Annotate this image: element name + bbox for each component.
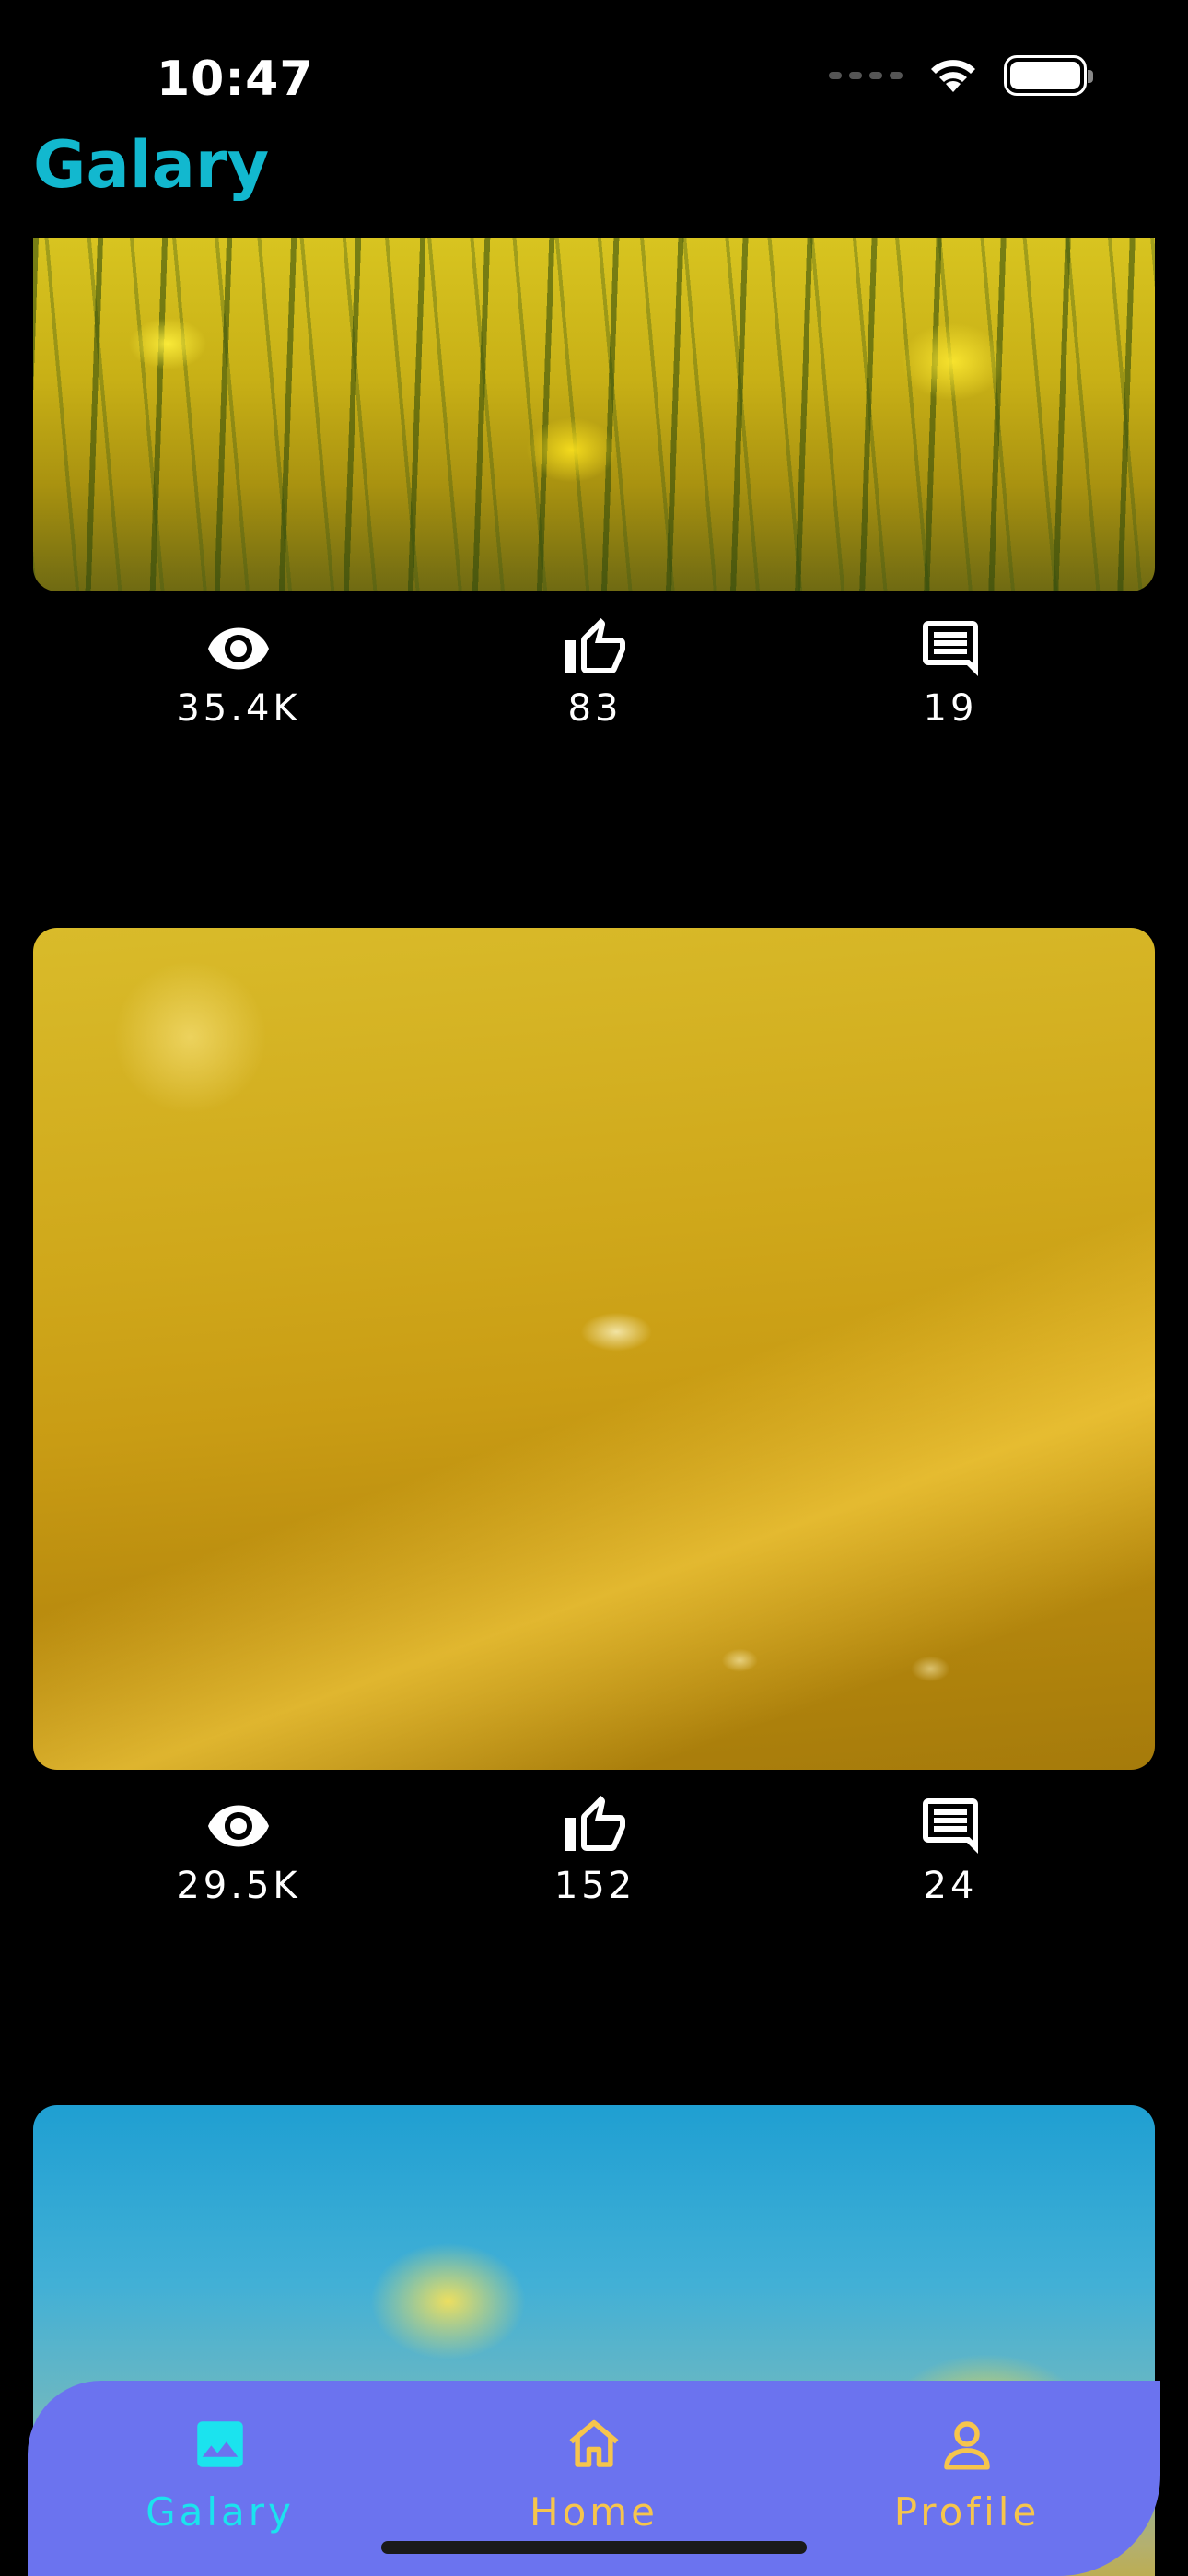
post-stats: 29.5K 152 24 [33,1793,1155,1922]
comment-icon[interactable] [917,615,984,682]
nav-label: Profile [893,2489,1041,2535]
comments-count: 24 [923,1865,978,1907]
views-stat: 29.5K [128,1793,349,1907]
views-stat: 35.4K [128,615,349,730]
likes-stat[interactable]: 83 [484,615,705,730]
wifi-icon [931,60,975,92]
nav-item-home[interactable]: Home [456,2414,732,2535]
status-bar: 10:47 [0,0,1188,138]
thumb-up-icon[interactable] [562,615,628,682]
thumb-up-icon[interactable] [562,1793,628,1859]
nav-item-galary[interactable]: Galary [82,2414,358,2535]
post-stats: 35.4K 83 19 [33,615,1155,744]
nav-label: Home [529,2489,659,2535]
home-icon [569,2419,619,2467]
nav-label: Galary [146,2489,295,2535]
likes-stat[interactable]: 152 [484,1793,705,1907]
likes-count: 83 [567,687,623,730]
eye-icon [208,627,269,670]
comments-count: 19 [923,687,978,730]
eye-icon [208,1805,269,1847]
status-time: 10:47 [157,52,314,107]
home-indicator[interactable] [381,2541,807,2554]
comments-stat[interactable]: 24 [840,1793,1061,1907]
person-icon [944,2421,990,2470]
page-title: Galary [33,127,270,203]
views-count: 29.5K [176,1865,301,1907]
nav-item-profile[interactable]: Profile [829,2414,1105,2535]
status-icons [829,55,1093,96]
likes-count: 152 [553,1865,636,1907]
post-photo[interactable] [33,928,1155,1770]
comments-stat[interactable]: 19 [840,615,1061,730]
post-photo[interactable] [33,238,1155,591]
comment-icon[interactable] [917,1793,984,1859]
cellular-signal-icon [829,72,903,79]
image-icon [197,2421,243,2467]
views-count: 35.4K [176,687,301,730]
battery-icon [1004,55,1093,96]
